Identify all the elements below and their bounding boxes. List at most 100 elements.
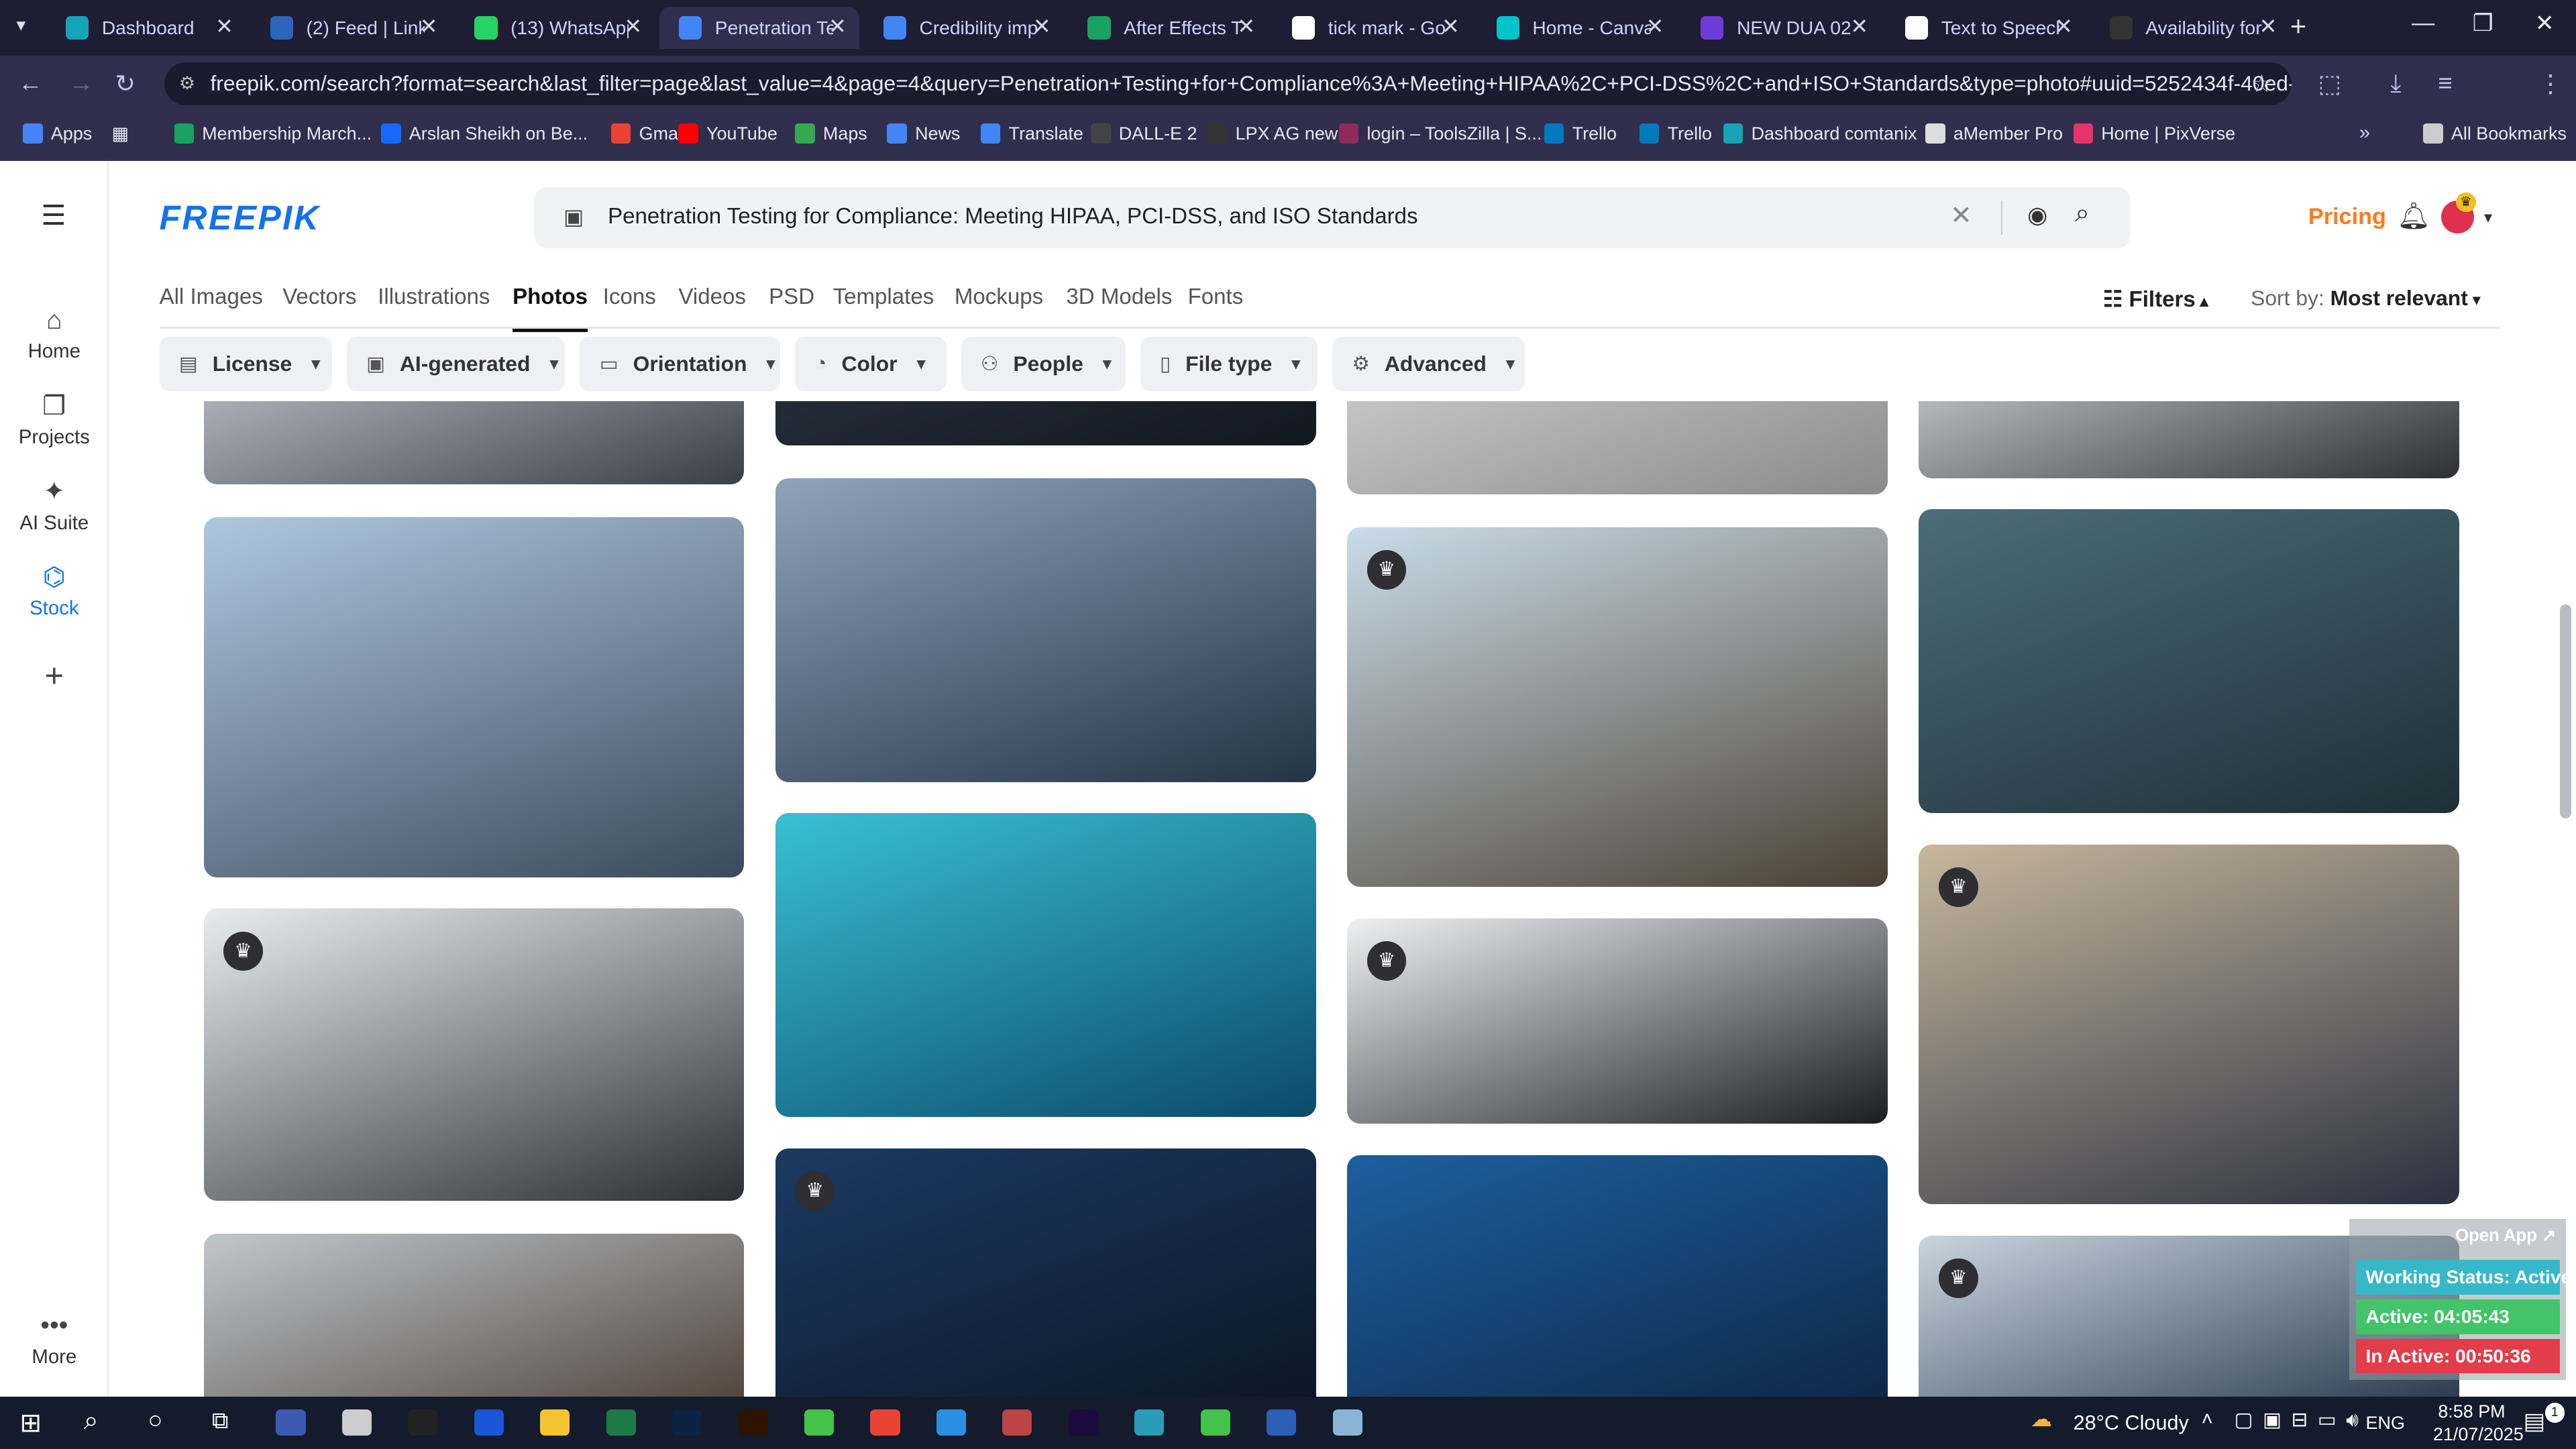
photoshop-icon[interactable] (672, 1409, 702, 1436)
tab-vectors[interactable]: Vectors (282, 284, 356, 310)
site-info-icon[interactable]: ⚙ (179, 62, 195, 105)
restore-icon[interactable]: ❐ (2473, 10, 2493, 37)
close-tab-icon[interactable]: ✕ (1646, 13, 1664, 39)
minimize-icon[interactable]: — (2412, 10, 2434, 36)
sidebar-item-home[interactable]: ⌂ Home (0, 306, 109, 363)
all-bookmarks-folder[interactable]: All Bookmarks (2423, 123, 2567, 144)
tab-psd[interactable]: PSD (769, 284, 814, 310)
pricing-link[interactable]: Pricing (2308, 204, 2386, 230)
camera-icon[interactable]: ◉ (2027, 202, 2047, 229)
close-tab-icon[interactable]: ✕ (828, 13, 847, 39)
hamburger-menu-icon[interactable]: ☰ (41, 199, 66, 231)
sidebar-item-ai-suite[interactable]: ✦ AI Suite (0, 476, 109, 534)
search-icon[interactable]: ⌕ (2075, 199, 2090, 228)
bookmark-item[interactable]: aMember Pro (1925, 123, 2063, 144)
bookmark-item[interactable]: Arslan Sheikh on Be... (381, 123, 588, 144)
browser-tab[interactable]: NEW DUA 02 ✕ (1681, 7, 1882, 50)
bookmark-item[interactable]: Apps (23, 123, 92, 144)
filter-color-button[interactable]: ◔ Color ▾ (795, 337, 947, 391)
browser-tab[interactable]: Home - Canva ✕ (1477, 7, 1677, 50)
edge-icon[interactable] (276, 1409, 306, 1436)
close-tab-icon[interactable]: ✕ (624, 13, 642, 39)
excel-icon[interactable] (606, 1409, 636, 1436)
pen-icon[interactable] (341, 1409, 372, 1436)
language-indicator[interactable]: ENG (2366, 1413, 2405, 1434)
result-photo[interactable]: ♛ (203, 908, 745, 1201)
cortana-icon[interactable]: ○ (148, 1406, 162, 1434)
tab-illustrations[interactable]: Illustrations (378, 284, 490, 310)
chrome-icon[interactable] (870, 1409, 900, 1436)
result-photo[interactable] (203, 517, 745, 877)
filter-license-button[interactable]: ▤ License ▾ (159, 337, 332, 391)
browser-menu-icon[interactable]: ⋮ (2538, 69, 2563, 98)
bookmark-item[interactable]: LPX AG new (1208, 123, 1338, 144)
close-tab-icon[interactable]: ✕ (1033, 13, 1051, 39)
tab-fonts[interactable]: Fonts (1188, 284, 1244, 310)
result-photo[interactable]: ♛ (1347, 918, 1888, 1124)
browser-tab[interactable]: (13) WhatsApp ✕ (455, 7, 655, 50)
reload-icon[interactable]: ↻ (115, 69, 136, 98)
tray-icons[interactable]: ▢▣⊟▭🔊︎ (2235, 1408, 2369, 1432)
filter-advanced-button[interactable]: ⚙ Advanced ▾ (1332, 337, 1525, 391)
tab-videos[interactable]: Videos (678, 284, 745, 310)
bookmark-item[interactable]: Translate (981, 123, 1083, 144)
result-photo[interactable] (203, 1234, 745, 1397)
app-icon[interactable] (1134, 1409, 1165, 1436)
illustrator-icon[interactable] (738, 1409, 768, 1436)
tab-search-menu-icon[interactable]: ▾ (16, 15, 25, 36)
close-tab-icon[interactable]: ✕ (420, 13, 438, 39)
bookmark-item[interactable]: YouTube (678, 123, 777, 144)
filter-people-button[interactable]: ⚇ People ▾ (961, 337, 1126, 391)
close-window-icon[interactable]: ✕ (2535, 10, 2555, 37)
tab-icons[interactable]: Icons (603, 284, 656, 310)
new-tab-icon[interactable]: + (2290, 10, 2306, 42)
result-photo[interactable]: ♛ (1919, 844, 2460, 1205)
zoom-icon[interactable] (474, 1409, 504, 1436)
browser-tab[interactable]: Text to Speech ✕ (1885, 7, 2086, 50)
word-icon[interactable] (1267, 1409, 1297, 1436)
account-chevron-down-icon[interactable]: ▾ (2484, 207, 2492, 227)
tab-templates[interactable]: Templates (833, 284, 934, 310)
result-photo[interactable] (775, 478, 1316, 782)
sidebar-item-projects[interactable]: ❐ Projects (0, 391, 109, 449)
bookmark-item[interactable]: Membership March... (174, 123, 372, 144)
bookmark-item[interactable]: Trello (1544, 123, 1617, 144)
close-tab-icon[interactable]: ✕ (2055, 13, 2073, 39)
scrollbar-thumb[interactable] (2559, 604, 2571, 818)
result-photo[interactable]: ♛ (775, 1148, 1316, 1397)
result-photo[interactable] (1347, 1155, 1888, 1397)
close-tab-icon[interactable]: ✕ (1442, 13, 1460, 39)
open-app-button[interactable]: Open App ↗ (2455, 1226, 2557, 1246)
filters-toggle[interactable]: ☷ Filters ▴ (2103, 286, 2208, 313)
result-photo[interactable]: ♛ (1347, 527, 1888, 888)
browser-tab[interactable]: Penetration Te ✕ (659, 6, 860, 50)
bookmark-star-icon[interactable]: ☆ (2251, 69, 2273, 98)
tab-mockups[interactable]: Mockups (955, 284, 1043, 310)
app-icon[interactable] (804, 1409, 835, 1436)
calculator-icon[interactable] (1332, 1409, 1362, 1436)
chrome-profile-icon[interactable] (1002, 1409, 1032, 1436)
browser-tab[interactable]: tick mark - Goo ✕ (1273, 7, 1473, 50)
bookmark-item[interactable]: Gmail (611, 123, 686, 144)
browser-tab[interactable]: Credibility imp ✕ (863, 7, 1064, 50)
notification-bell-icon[interactable]: 🔔︎ (2397, 201, 2430, 231)
result-photo[interactable] (775, 400, 1316, 445)
sidebar-item-stock[interactable]: ⌬ Stock (0, 562, 109, 620)
download-icon[interactable]: ⤓ (2390, 69, 2401, 98)
notification-center-icon[interactable]: ▤ (2524, 1408, 2545, 1435)
clear-search-icon[interactable]: ✕ (1950, 201, 1972, 231)
browser-tab[interactable]: (2) Feed | Linke✕ (250, 7, 451, 50)
bookmark-item[interactable]: Home | PixVerse (2073, 123, 2235, 144)
browser-tab[interactable]: Dashboard ✕ (46, 7, 247, 50)
close-tab-icon[interactable]: ✕ (1237, 13, 1255, 39)
clock-date[interactable]: 21/07/2025 (2433, 1424, 2524, 1445)
forward-icon[interactable]: → (69, 69, 94, 97)
bookmark-item[interactable]: login – ToolsZilla | S... (1338, 123, 1542, 144)
image-search-icon[interactable]: ▣ (564, 204, 584, 229)
freepik-logo[interactable]: FREEPIK (160, 197, 321, 237)
task-view-icon[interactable]: ⧉ (212, 1408, 228, 1434)
weather-text[interactable]: 28°C Cloudy (2074, 1411, 2189, 1435)
sidebar-item-more[interactable]: ••• More (0, 1311, 109, 1368)
filter-orientation-button[interactable]: ▭ Orientation ▾ (580, 337, 781, 391)
sidebar-item-add[interactable]: + (0, 657, 109, 700)
